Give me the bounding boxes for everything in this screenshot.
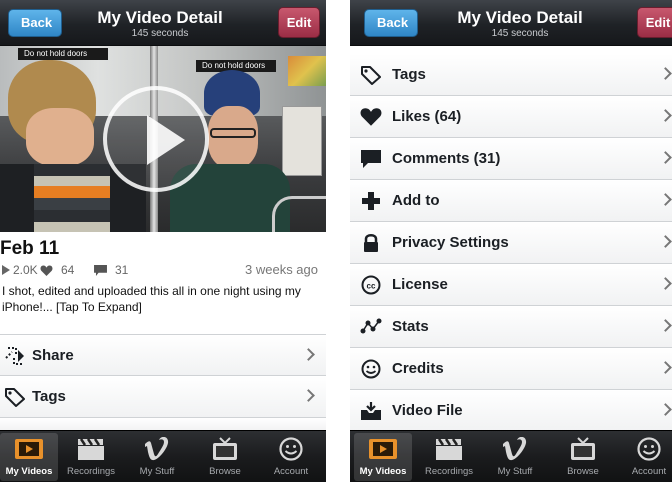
play-icon	[147, 115, 185, 165]
person-left-jacket	[0, 164, 34, 232]
chevron-right-icon	[659, 151, 672, 164]
license-row[interactable]: cc License	[350, 264, 672, 306]
navigation-bar: Back My Video Detail 145 seconds Edit	[0, 0, 326, 46]
tags-row[interactable]: Tags	[350, 54, 672, 96]
inbox-icon	[361, 402, 381, 420]
handrail	[272, 196, 326, 232]
chevron-right-icon	[659, 67, 672, 80]
share-row[interactable]: Share	[0, 334, 326, 376]
smiley-icon	[637, 437, 661, 461]
ad-panel	[282, 106, 322, 176]
lock-icon	[364, 234, 378, 252]
video-description[interactable]: I shot, edited and uploaded this all in …	[2, 283, 322, 315]
door-sign: Do not hold doors	[18, 48, 108, 60]
video-player[interactable]: Do not hold doors Do not hold doors	[0, 46, 326, 232]
plays-stat: 2.0K	[2, 263, 38, 277]
tag-icon	[5, 388, 25, 407]
tab-browse[interactable]: Browse	[554, 433, 612, 481]
tag-icon	[361, 66, 381, 85]
tab-recordings[interactable]: Recordings	[62, 433, 120, 481]
svg-text:cc: cc	[367, 282, 376, 291]
tab-my-stuff[interactable]: My Stuff	[128, 433, 186, 481]
film-icon	[15, 439, 43, 459]
upload-age: 3 weeks ago	[245, 262, 318, 277]
video-options-screen: Back My Video Detail 145 seconds Edit Ta…	[350, 0, 672, 482]
tags-label: Tags	[32, 388, 66, 405]
plus-icon	[362, 192, 380, 210]
navigation-bar: Back My Video Detail 145 seconds Edit	[350, 0, 672, 46]
tab-my-videos[interactable]: My Videos	[0, 433, 58, 481]
stats-row[interactable]: Stats	[350, 306, 672, 348]
stats-icon	[360, 318, 382, 334]
tab-account[interactable]: Account	[620, 433, 672, 481]
tv-icon	[213, 437, 237, 460]
privacy-settings-row[interactable]: Privacy Settings	[350, 222, 672, 264]
likes-row[interactable]: Likes (64)	[350, 96, 672, 138]
comments-row[interactable]: Comments (31)	[350, 138, 672, 180]
comment-icon	[361, 150, 381, 168]
smiley-icon	[361, 359, 381, 379]
comment-icon	[94, 264, 107, 276]
play-button[interactable]	[103, 86, 209, 192]
chevron-right-icon	[659, 235, 672, 248]
back-button[interactable]: Back	[8, 9, 63, 37]
heart-icon	[360, 108, 382, 126]
smiley-icon	[279, 437, 303, 461]
credits-row[interactable]: Credits	[350, 348, 672, 390]
person-left-face	[26, 108, 94, 166]
tab-my-stuff[interactable]: My Stuff	[486, 433, 544, 481]
vimeo-icon	[145, 437, 169, 461]
clapper-icon	[78, 438, 104, 460]
play-count-icon	[2, 265, 10, 275]
share-icon	[5, 347, 24, 365]
tab-bar: My Videos Recordings My Stuff Browse Acc…	[350, 430, 672, 482]
heart-icon	[40, 265, 53, 276]
tv-icon	[571, 437, 595, 460]
tab-recordings[interactable]: Recordings	[420, 433, 478, 481]
film-icon	[369, 439, 397, 459]
tab-my-videos[interactable]: My Videos	[354, 433, 412, 481]
edit-button[interactable]: Edit	[278, 7, 320, 38]
page-subtitle: 145 seconds	[131, 28, 189, 39]
vimeo-icon	[503, 437, 527, 461]
tab-account[interactable]: Account	[262, 433, 320, 481]
edit-button[interactable]: Edit	[637, 7, 672, 38]
comments-stat: 31	[94, 263, 128, 277]
page-subtitle: 145 seconds	[491, 28, 549, 39]
video-date: Feb 11	[0, 238, 60, 259]
video-detail-screen: Back My Video Detail 145 seconds Edit Do…	[0, 0, 326, 482]
tags-row[interactable]: Tags	[0, 376, 326, 418]
clapper-icon	[436, 438, 462, 460]
page-title: My Video Detail	[457, 8, 583, 27]
chevron-right-icon	[659, 361, 672, 374]
chevron-right-icon	[659, 403, 672, 416]
share-label: Share	[32, 347, 74, 364]
chevron-right-icon	[659, 319, 672, 332]
add-to-row[interactable]: Add to	[350, 180, 672, 222]
cc-icon: cc	[361, 275, 381, 295]
video-file-row[interactable]: Video File	[350, 390, 672, 432]
screen-divider	[326, 0, 350, 482]
chevron-right-icon	[302, 389, 315, 402]
ad-panel	[288, 56, 326, 86]
person-right-glasses	[210, 128, 256, 138]
chevron-right-icon	[659, 193, 672, 206]
tab-browse[interactable]: Browse	[196, 433, 254, 481]
video-stats: 2.0K 64 31 3 weeks ago	[0, 262, 326, 279]
likes-stat: 64	[40, 263, 74, 277]
tab-bar: My Videos Recordings My Stuff Browse Acc…	[0, 430, 326, 482]
chevron-right-icon	[659, 109, 672, 122]
page-title: My Video Detail	[97, 8, 223, 27]
chevron-right-icon	[302, 348, 315, 361]
chevron-right-icon	[659, 277, 672, 290]
